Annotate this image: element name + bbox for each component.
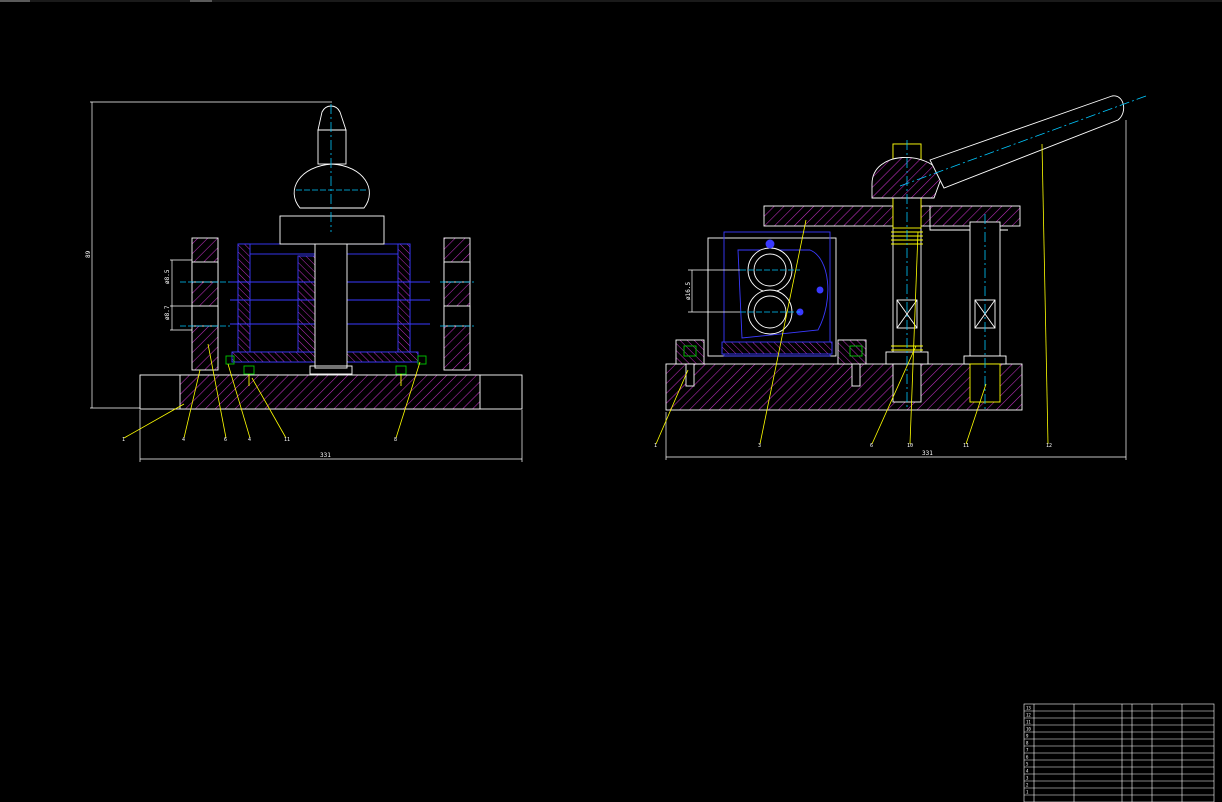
bom-row-number: 10 bbox=[1026, 727, 1031, 732]
bom-row-number: 13 bbox=[1026, 706, 1031, 711]
front-dim-lower-bore: ø8.7 bbox=[164, 305, 171, 320]
bill-of-materials-table: 13 12 11 10 9 8 7 6 5 4 3 2 1 bbox=[1023, 703, 1215, 802]
front-dim-upper-bore: ø8.5 bbox=[164, 269, 171, 284]
front-balloon-2: 4 bbox=[182, 437, 185, 443]
front-side-block-left bbox=[191, 237, 219, 371]
front-balloon-3: 6 bbox=[224, 437, 227, 443]
side-balloon-1: 1 bbox=[654, 443, 657, 449]
bom-row-number: 11 bbox=[1026, 720, 1031, 725]
bom-row-number: 5 bbox=[1026, 762, 1029, 767]
cad-drawing-canvas[interactable]: 331 89 ø8.5 ø8.7 1 4 6 4 11 8 331 ø16.5 … bbox=[0, 0, 1222, 802]
bom-row-number: 8 bbox=[1026, 741, 1029, 746]
side-base-plate bbox=[665, 363, 1023, 411]
bom-row-number: 12 bbox=[1026, 713, 1031, 718]
side-balloons: 1 3 6 10 11 12 bbox=[654, 443, 1052, 449]
front-side-block-right bbox=[443, 237, 471, 371]
side-balloon-4: 10 bbox=[907, 443, 913, 449]
side-dim-gear-box: ø16.5 bbox=[685, 282, 692, 300]
side-balloon-6: 12 bbox=[1046, 443, 1052, 449]
side-dim-overall-width: 331 bbox=[922, 450, 933, 457]
front-top-block bbox=[279, 215, 385, 245]
side-balloon-2: 3 bbox=[758, 443, 761, 449]
bom-row-number: 9 bbox=[1026, 734, 1029, 739]
bom-row-number: 3 bbox=[1026, 776, 1029, 781]
bom-row-number: 6 bbox=[1026, 755, 1029, 760]
front-dim-overall-width: 331 bbox=[320, 452, 331, 459]
bom-row-number: 1 bbox=[1026, 790, 1029, 795]
side-view: 331 ø16.5 1 3 6 10 11 12 bbox=[654, 95, 1147, 460]
bom-row-number: 4 bbox=[1026, 769, 1029, 774]
front-view: 331 89 ø8.5 ø8.7 1 4 6 4 11 8 bbox=[85, 101, 523, 462]
front-handle-knob bbox=[293, 105, 370, 209]
side-balloon-5: 11 bbox=[963, 443, 969, 449]
front-balloon-1: 1 bbox=[122, 437, 125, 443]
front-dim-height: 89 bbox=[85, 250, 92, 258]
front-balloons: 1 4 6 4 11 8 bbox=[122, 437, 397, 443]
front-balloon-4: 4 bbox=[248, 437, 251, 443]
front-clamp-stem bbox=[309, 231, 353, 375]
bom-rows: 13 12 11 10 9 8 7 6 5 4 3 2 1 bbox=[1024, 706, 1214, 796]
bom-row-number: 2 bbox=[1026, 783, 1029, 788]
front-balloon-6: 8 bbox=[394, 437, 397, 443]
bom-row-number: 7 bbox=[1026, 748, 1029, 753]
front-balloon-5: 11 bbox=[284, 437, 290, 443]
side-balloon-3: 6 bbox=[870, 443, 873, 449]
side-gear-housing bbox=[707, 231, 837, 357]
